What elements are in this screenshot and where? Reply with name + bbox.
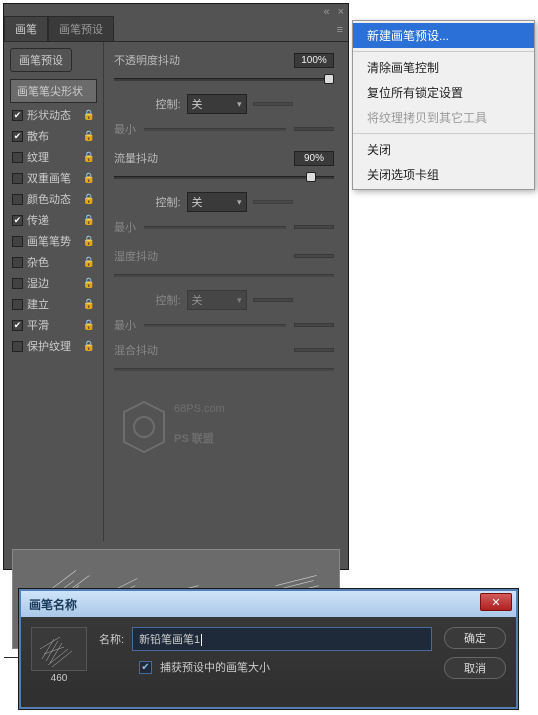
checkbox-icon[interactable]: [12, 236, 23, 247]
wetness-label: 湿度抖动: [114, 248, 158, 264]
close-panel-icon[interactable]: ×: [338, 6, 344, 18]
sidebar-item-build[interactable]: 建立🔒: [10, 295, 97, 313]
mix-slider: [114, 362, 334, 376]
capture-size-checkbox[interactable]: ✔: [139, 661, 152, 674]
capture-size-label: 捕获预设中的画笔大小: [160, 659, 270, 675]
lock-icon[interactable]: 🔒: [83, 299, 95, 310]
dialog-close-button[interactable]: ✕: [480, 593, 512, 611]
menu-clear-controls[interactable]: 清除画笔控制: [353, 55, 534, 80]
panel-flyout-menu: 新建画笔预设... 清除画笔控制 复位所有锁定设置 将纹理拷贝到其它工具 关闭 …: [352, 20, 535, 190]
sidebar-item-color[interactable]: 颜色动态🔒: [10, 190, 97, 208]
menu-reset-locked[interactable]: 复位所有锁定设置: [353, 80, 534, 105]
sidebar-item-protect[interactable]: 保护纹理🔒: [10, 337, 97, 355]
sidebar-item-smooth[interactable]: 平滑🔒: [10, 316, 97, 334]
flow-slider[interactable]: [114, 170, 334, 184]
brush-sidebar: 画笔预设 画笔笔尖形状 形状动态🔒 散布🔒 纹理🔒 双重画笔🔒 颜色动态🔒 传递…: [4, 42, 104, 541]
dialog-thumbnail: 460: [31, 627, 87, 684]
lock-icon[interactable]: 🔒: [83, 131, 95, 142]
dialog-body: 460 名称: 新铅笔画笔1 ✔ 捕获预设中的画笔大小 确定 取消: [21, 617, 516, 694]
sidebar-item-dual[interactable]: 双重画笔🔒: [10, 169, 97, 187]
wetness-slider: [114, 268, 334, 282]
svg-text:PS 联盟: PS 联盟: [174, 431, 214, 445]
checkbox-icon[interactable]: [12, 320, 23, 331]
checkbox-icon[interactable]: [12, 152, 23, 163]
menu-close[interactable]: 关闭: [353, 137, 534, 162]
dialog-fields: 名称: 新铅笔画笔1 ✔ 捕获预设中的画笔大小: [99, 627, 432, 683]
brush-name-input[interactable]: 新铅笔画笔1: [132, 627, 432, 651]
sidebar-item-pose[interactable]: 画笔笔势🔒: [10, 232, 97, 250]
watermark: 68PS.com PS 联盟: [114, 392, 314, 465]
tab-brush-presets[interactable]: 画笔预设: [48, 16, 114, 41]
checkbox-icon[interactable]: [12, 173, 23, 184]
checkbox-icon[interactable]: [12, 299, 23, 310]
min-slider: [144, 220, 286, 234]
lock-icon[interactable]: 🔒: [83, 278, 95, 289]
sidebar-item-scatter[interactable]: 散布🔒: [10, 127, 97, 145]
checkbox-icon[interactable]: [12, 278, 23, 289]
lock-icon[interactable]: 🔒: [83, 257, 95, 268]
checkbox-icon[interactable]: [12, 131, 23, 142]
dialog-title: 画笔名称: [29, 596, 77, 613]
checkbox-icon[interactable]: [12, 110, 23, 121]
flow-control-select[interactable]: 关: [187, 192, 247, 212]
checkbox-icon[interactable]: [12, 215, 23, 226]
sidebar-item-wet[interactable]: 湿边🔒: [10, 274, 97, 292]
opacity-control-select[interactable]: 关: [187, 94, 247, 114]
cancel-button[interactable]: 取消: [444, 657, 506, 679]
panel-menu-icon[interactable]: ≡: [337, 24, 344, 36]
opacity-jitter-label: 不透明度抖动: [114, 52, 180, 68]
opacity-jitter-value[interactable]: 100%: [294, 53, 334, 68]
wetness-control-select: 关: [187, 290, 247, 310]
name-label: 名称:: [99, 631, 124, 647]
dialog-buttons: 确定 取消: [444, 627, 506, 679]
mix-label: 混合抖动: [114, 342, 158, 358]
menu-new-preset[interactable]: 新建画笔预设...: [353, 23, 534, 48]
menu-close-group[interactable]: 关闭选项卡组: [353, 162, 534, 187]
sidebar-head[interactable]: 画笔笔尖形状: [10, 79, 97, 103]
flow-jitter-value[interactable]: 90%: [294, 151, 334, 166]
lock-icon[interactable]: 🔒: [83, 320, 95, 331]
panel-body: 画笔预设 画笔笔尖形状 形状动态🔒 散布🔒 纹理🔒 双重画笔🔒 颜色动态🔒 传递…: [4, 42, 348, 541]
brush-name-dialog: 画笔名称 ✕ 460 名称: 新铅笔画笔1 ✔ 捕获预设中的画笔大小 确定 取消: [19, 589, 518, 709]
svg-text:68PS.com: 68PS.com: [174, 403, 225, 415]
flow-jitter-label: 流量抖动: [114, 150, 158, 166]
menu-copy-texture: 将纹理拷贝到其它工具: [353, 105, 534, 130]
collapse-icon[interactable]: «: [323, 6, 329, 18]
opacity-slider[interactable]: [114, 72, 334, 86]
dialog-titlebar[interactable]: 画笔名称 ✕: [21, 591, 516, 617]
lock-icon[interactable]: 🔒: [83, 236, 95, 247]
sidebar-item-shape[interactable]: 形状动态🔒: [10, 106, 97, 124]
min-slider: [144, 122, 286, 136]
ok-button[interactable]: 确定: [444, 627, 506, 649]
sidebar-item-transfer[interactable]: 传递🔒: [10, 211, 97, 229]
brush-presets-button[interactable]: 画笔预设: [10, 48, 72, 72]
thumbnail-caption: 460: [31, 673, 87, 684]
lock-icon[interactable]: 🔒: [83, 173, 95, 184]
checkbox-icon[interactable]: [12, 341, 23, 352]
brush-panel: « × 画笔 画笔预设 ≡ 画笔预设 画笔笔尖形状 形状动态🔒 散布🔒 纹理🔒 …: [3, 3, 349, 570]
lock-icon[interactable]: 🔒: [83, 152, 95, 163]
checkbox-icon[interactable]: [12, 194, 23, 205]
sidebar-item-noise[interactable]: 杂色🔒: [10, 253, 97, 271]
panel-tabs: 画笔 画笔预设 ≡: [4, 20, 348, 42]
lock-icon[interactable]: 🔒: [83, 341, 95, 352]
checkbox-icon[interactable]: [12, 257, 23, 268]
lock-icon[interactable]: 🔒: [83, 110, 95, 121]
brush-settings: 不透明度抖动100% 控制:关 最小 流量抖动90% 控制:关 最小 湿度抖动 …: [104, 42, 348, 541]
lock-icon[interactable]: 🔒: [83, 194, 95, 205]
tab-brush[interactable]: 画笔: [4, 16, 48, 41]
sidebar-item-texture[interactable]: 纹理🔒: [10, 148, 97, 166]
lock-icon[interactable]: 🔒: [83, 215, 95, 226]
